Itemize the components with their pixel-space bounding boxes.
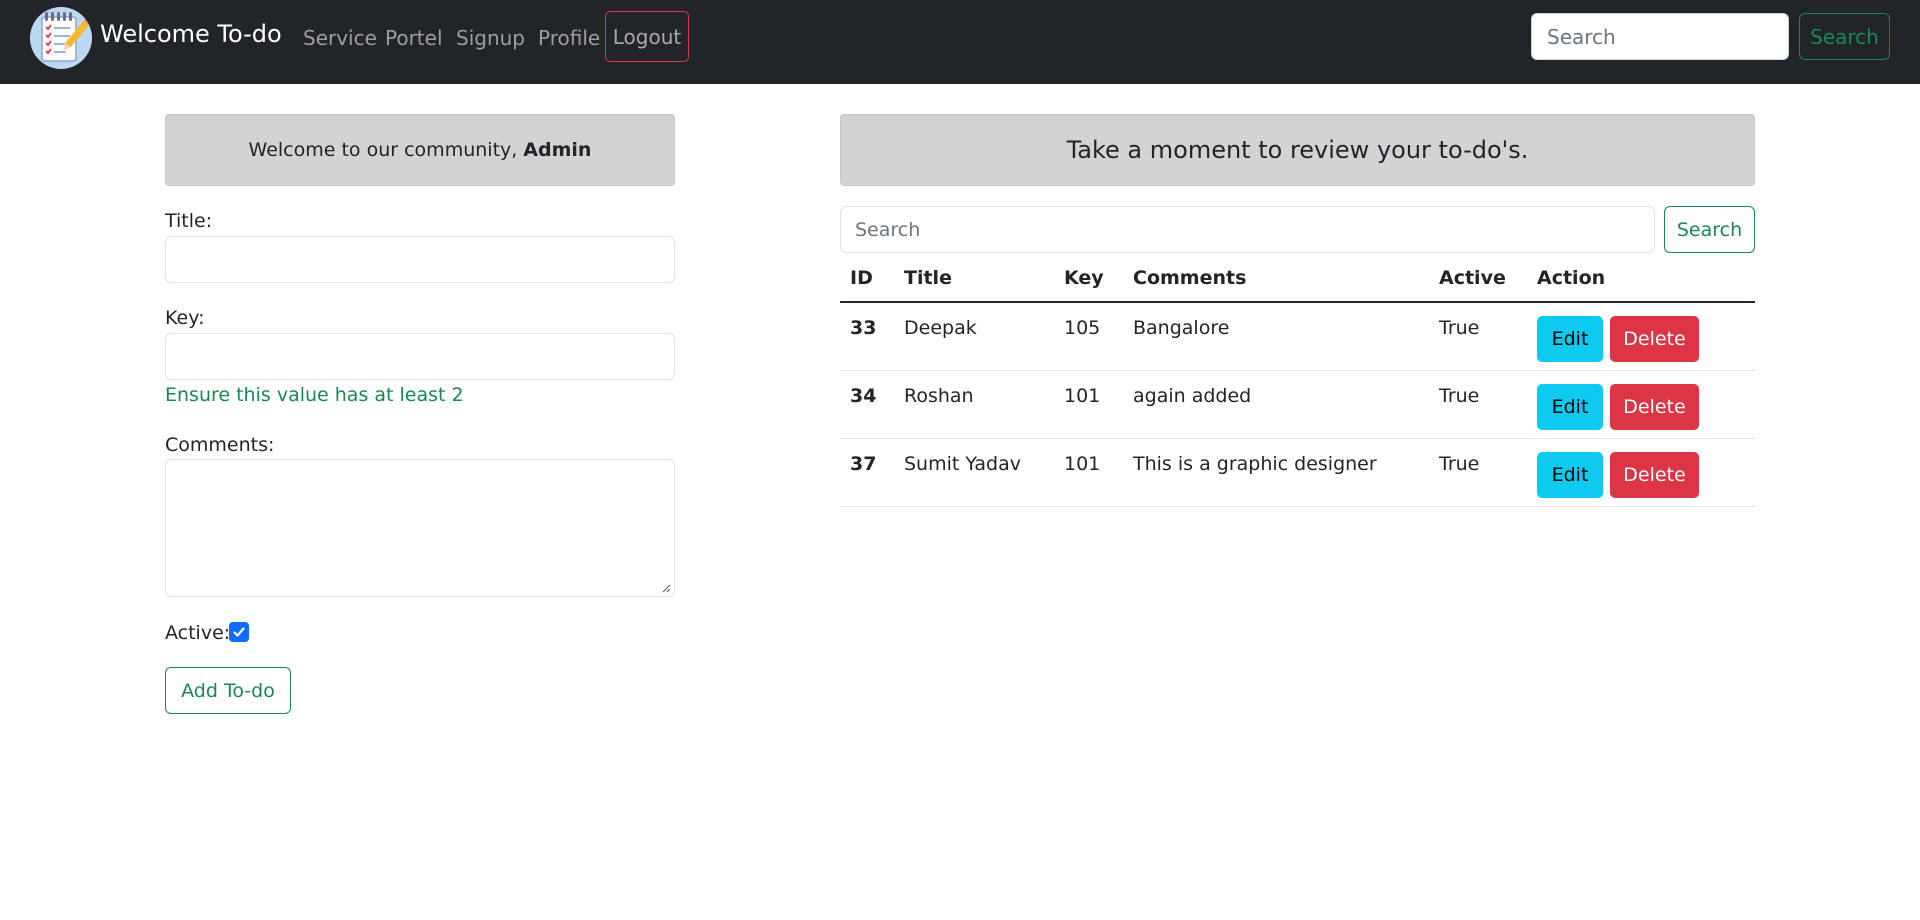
- cell-active: True: [1439, 453, 1480, 475]
- cell-title: Roshan: [904, 385, 974, 407]
- column-header-key: Key: [1064, 267, 1104, 289]
- column-header-active: Active: [1439, 267, 1506, 289]
- cell-active: True: [1439, 385, 1480, 407]
- table-row: 37 Sumit Yadav 101 This is a graphic des…: [840, 439, 1755, 507]
- todo-search-button[interactable]: Search: [1664, 206, 1755, 253]
- column-header-action: Action: [1537, 267, 1606, 289]
- notepad-pencil-icon[interactable]: [30, 7, 92, 69]
- add-todo-button[interactable]: Add To-do: [165, 667, 291, 714]
- cell-id: 33: [850, 317, 877, 339]
- nav-link-service[interactable]: Service: [303, 26, 377, 50]
- nav-link-profile[interactable]: Profile: [538, 26, 600, 50]
- cell-id: 34: [850, 385, 877, 407]
- active-checkbox[interactable]: [229, 622, 249, 642]
- welcome-username: Admin: [523, 139, 592, 161]
- delete-button[interactable]: Delete: [1610, 384, 1699, 430]
- comments-textarea[interactable]: [165, 459, 675, 597]
- cell-comments: Bangalore: [1133, 317, 1230, 339]
- nav-search-button[interactable]: Search: [1799, 13, 1890, 60]
- edit-button[interactable]: Edit: [1537, 316, 1603, 362]
- resize-grip-icon[interactable]: [661, 583, 671, 593]
- column-header-title: Title: [904, 267, 952, 289]
- title-label: Title:: [165, 210, 213, 232]
- edit-button[interactable]: Edit: [1537, 384, 1603, 430]
- nav-link-signup[interactable]: Signup: [456, 26, 525, 50]
- cell-active: True: [1439, 317, 1480, 339]
- top-navbar: Welcome To-do Service Portel Signup Prof…: [0, 0, 1920, 84]
- checkmark-icon: [233, 627, 245, 637]
- review-heading: Take a moment to review your to-do's.: [840, 114, 1755, 186]
- key-input[interactable]: [165, 333, 675, 380]
- welcome-banner: Welcome to our community, Admin: [165, 114, 675, 186]
- nav-link-portel[interactable]: Portel: [385, 26, 443, 50]
- comments-label: Comments:: [165, 434, 275, 456]
- cell-key: 105: [1064, 317, 1101, 339]
- logout-button[interactable]: Logout: [605, 11, 689, 62]
- brand-title[interactable]: Welcome To-do: [100, 20, 282, 48]
- todo-table: ID Title Key Comments Active Action 33 D…: [840, 258, 1755, 507]
- delete-button[interactable]: Delete: [1610, 452, 1699, 498]
- cell-id: 37: [850, 453, 877, 475]
- edit-button[interactable]: Edit: [1537, 452, 1603, 498]
- cell-title: Deepak: [904, 317, 977, 339]
- table-header-row: ID Title Key Comments Active Action: [840, 258, 1755, 303]
- cell-key: 101: [1064, 385, 1101, 407]
- column-header-comments: Comments: [1133, 267, 1247, 289]
- table-row: 33 Deepak 105 Bangalore True Edit Delete: [840, 303, 1755, 371]
- table-row: 34 Roshan 101 again added True Edit Dele…: [840, 371, 1755, 439]
- key-label: Key:: [165, 307, 205, 329]
- cell-key: 101: [1064, 453, 1101, 475]
- todo-search-input[interactable]: [840, 206, 1655, 253]
- cell-comments: again added: [1133, 385, 1252, 407]
- nav-search-input[interactable]: [1531, 13, 1789, 60]
- title-input[interactable]: [165, 236, 675, 283]
- key-validation-message: Ensure this value has at least 2: [165, 384, 464, 406]
- active-label: Active:: [165, 622, 231, 644]
- cell-comments: This is a graphic designer: [1133, 453, 1377, 475]
- column-header-id: ID: [850, 267, 873, 289]
- cell-title: Sumit Yadav: [904, 453, 1021, 475]
- welcome-text: Welcome to our community,: [248, 139, 518, 161]
- delete-button[interactable]: Delete: [1610, 316, 1699, 362]
